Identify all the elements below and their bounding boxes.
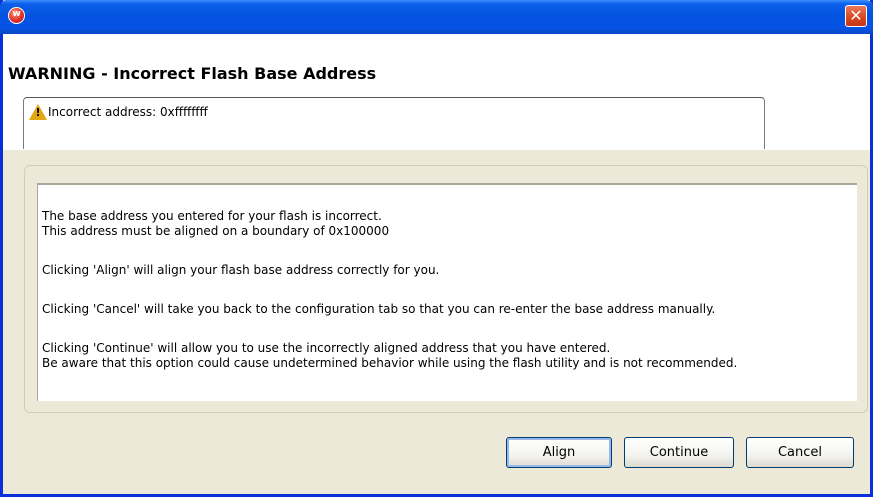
dialog-header: WARNING - Incorrect Flash Base Address !… — [3, 34, 870, 150]
body-line-6: Be aware that this option could cause un… — [42, 356, 738, 370]
body-line-2: This address must be aligned on a bounda… — [42, 224, 390, 238]
body-line-3: Clicking 'Align' will align your flash b… — [42, 263, 440, 277]
cancel-button[interactable]: Cancel — [746, 437, 854, 468]
app-logo-icon: w — [8, 7, 25, 24]
body-line-4: Clicking 'Cancel' will take you back to … — [42, 302, 716, 316]
continue-button[interactable]: Continue — [624, 437, 734, 468]
align-button[interactable]: Align — [506, 437, 612, 468]
app-logo-letter: w — [12, 9, 21, 19]
title-bar[interactable]: w ✕ — [0, 0, 873, 34]
warning-icon: ! — [29, 104, 47, 120]
dialog-window: w ✕ WARNING - Incorrect Flash Base Addre… — [0, 0, 873, 497]
message-box: ! Incorrect address: 0xffffffff — [23, 97, 765, 149]
error-message: Incorrect address: 0xffffffff — [48, 105, 208, 119]
body-line-1: The base address you entered for your fl… — [42, 209, 382, 223]
page-title: WARNING - Incorrect Flash Base Address — [8, 64, 377, 83]
message-group: The base address you entered for your fl… — [24, 165, 868, 413]
message-content: The base address you entered for your fl… — [37, 183, 857, 401]
close-button[interactable]: ✕ — [845, 5, 867, 27]
body-line-5: Clicking 'Continue' will allow you to us… — [42, 341, 611, 355]
